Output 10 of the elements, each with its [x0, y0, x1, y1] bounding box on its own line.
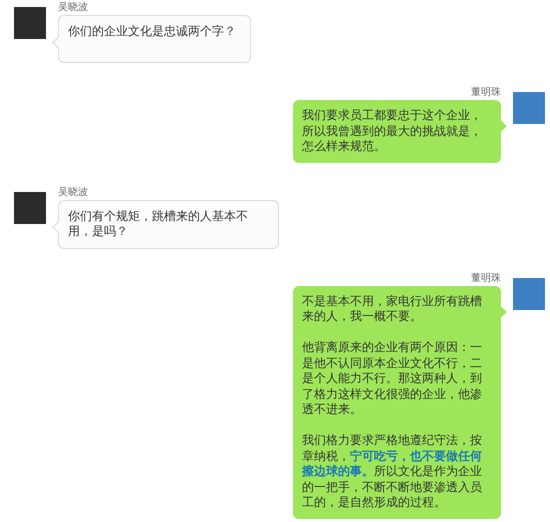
- sender-name: 董明珠: [471, 272, 501, 284]
- message-text: 我们格力要求严格地遵纪守法，按章纳税，宁可吃亏，也不要做任何擦边球的事。所以文化是作为企业的一把手，不断不断地要渗透入员工的，是自然形成的过程。: [302, 433, 483, 510]
- message-text: 他背离原来的企业有两个原因：一是他不认同原本企业文化不行，二是个人能力不行。那这两种人，到了格力这样文化很强的企业，他渗透不进来。: [302, 340, 483, 418]
- sender-name: 吴晓波: [58, 186, 89, 198]
- message-text: 我们要求员工都要忠于这个企业，所以我曾遇到的最大的挑战就是，怎么样来规范。: [302, 108, 483, 154]
- message-text: 不是基本不用，家电行业所有跳槽来的人，我一概不要。: [302, 294, 483, 324]
- sender-name: 董明珠: [471, 87, 501, 99]
- sender-name: 吴晓波: [58, 2, 89, 14]
- message-text: 你们的企业文化是忠诚两个字？: [68, 24, 237, 40]
- message-text: 你们有个规矩，跳槽来的人基本不用，是吗？: [68, 208, 249, 240]
